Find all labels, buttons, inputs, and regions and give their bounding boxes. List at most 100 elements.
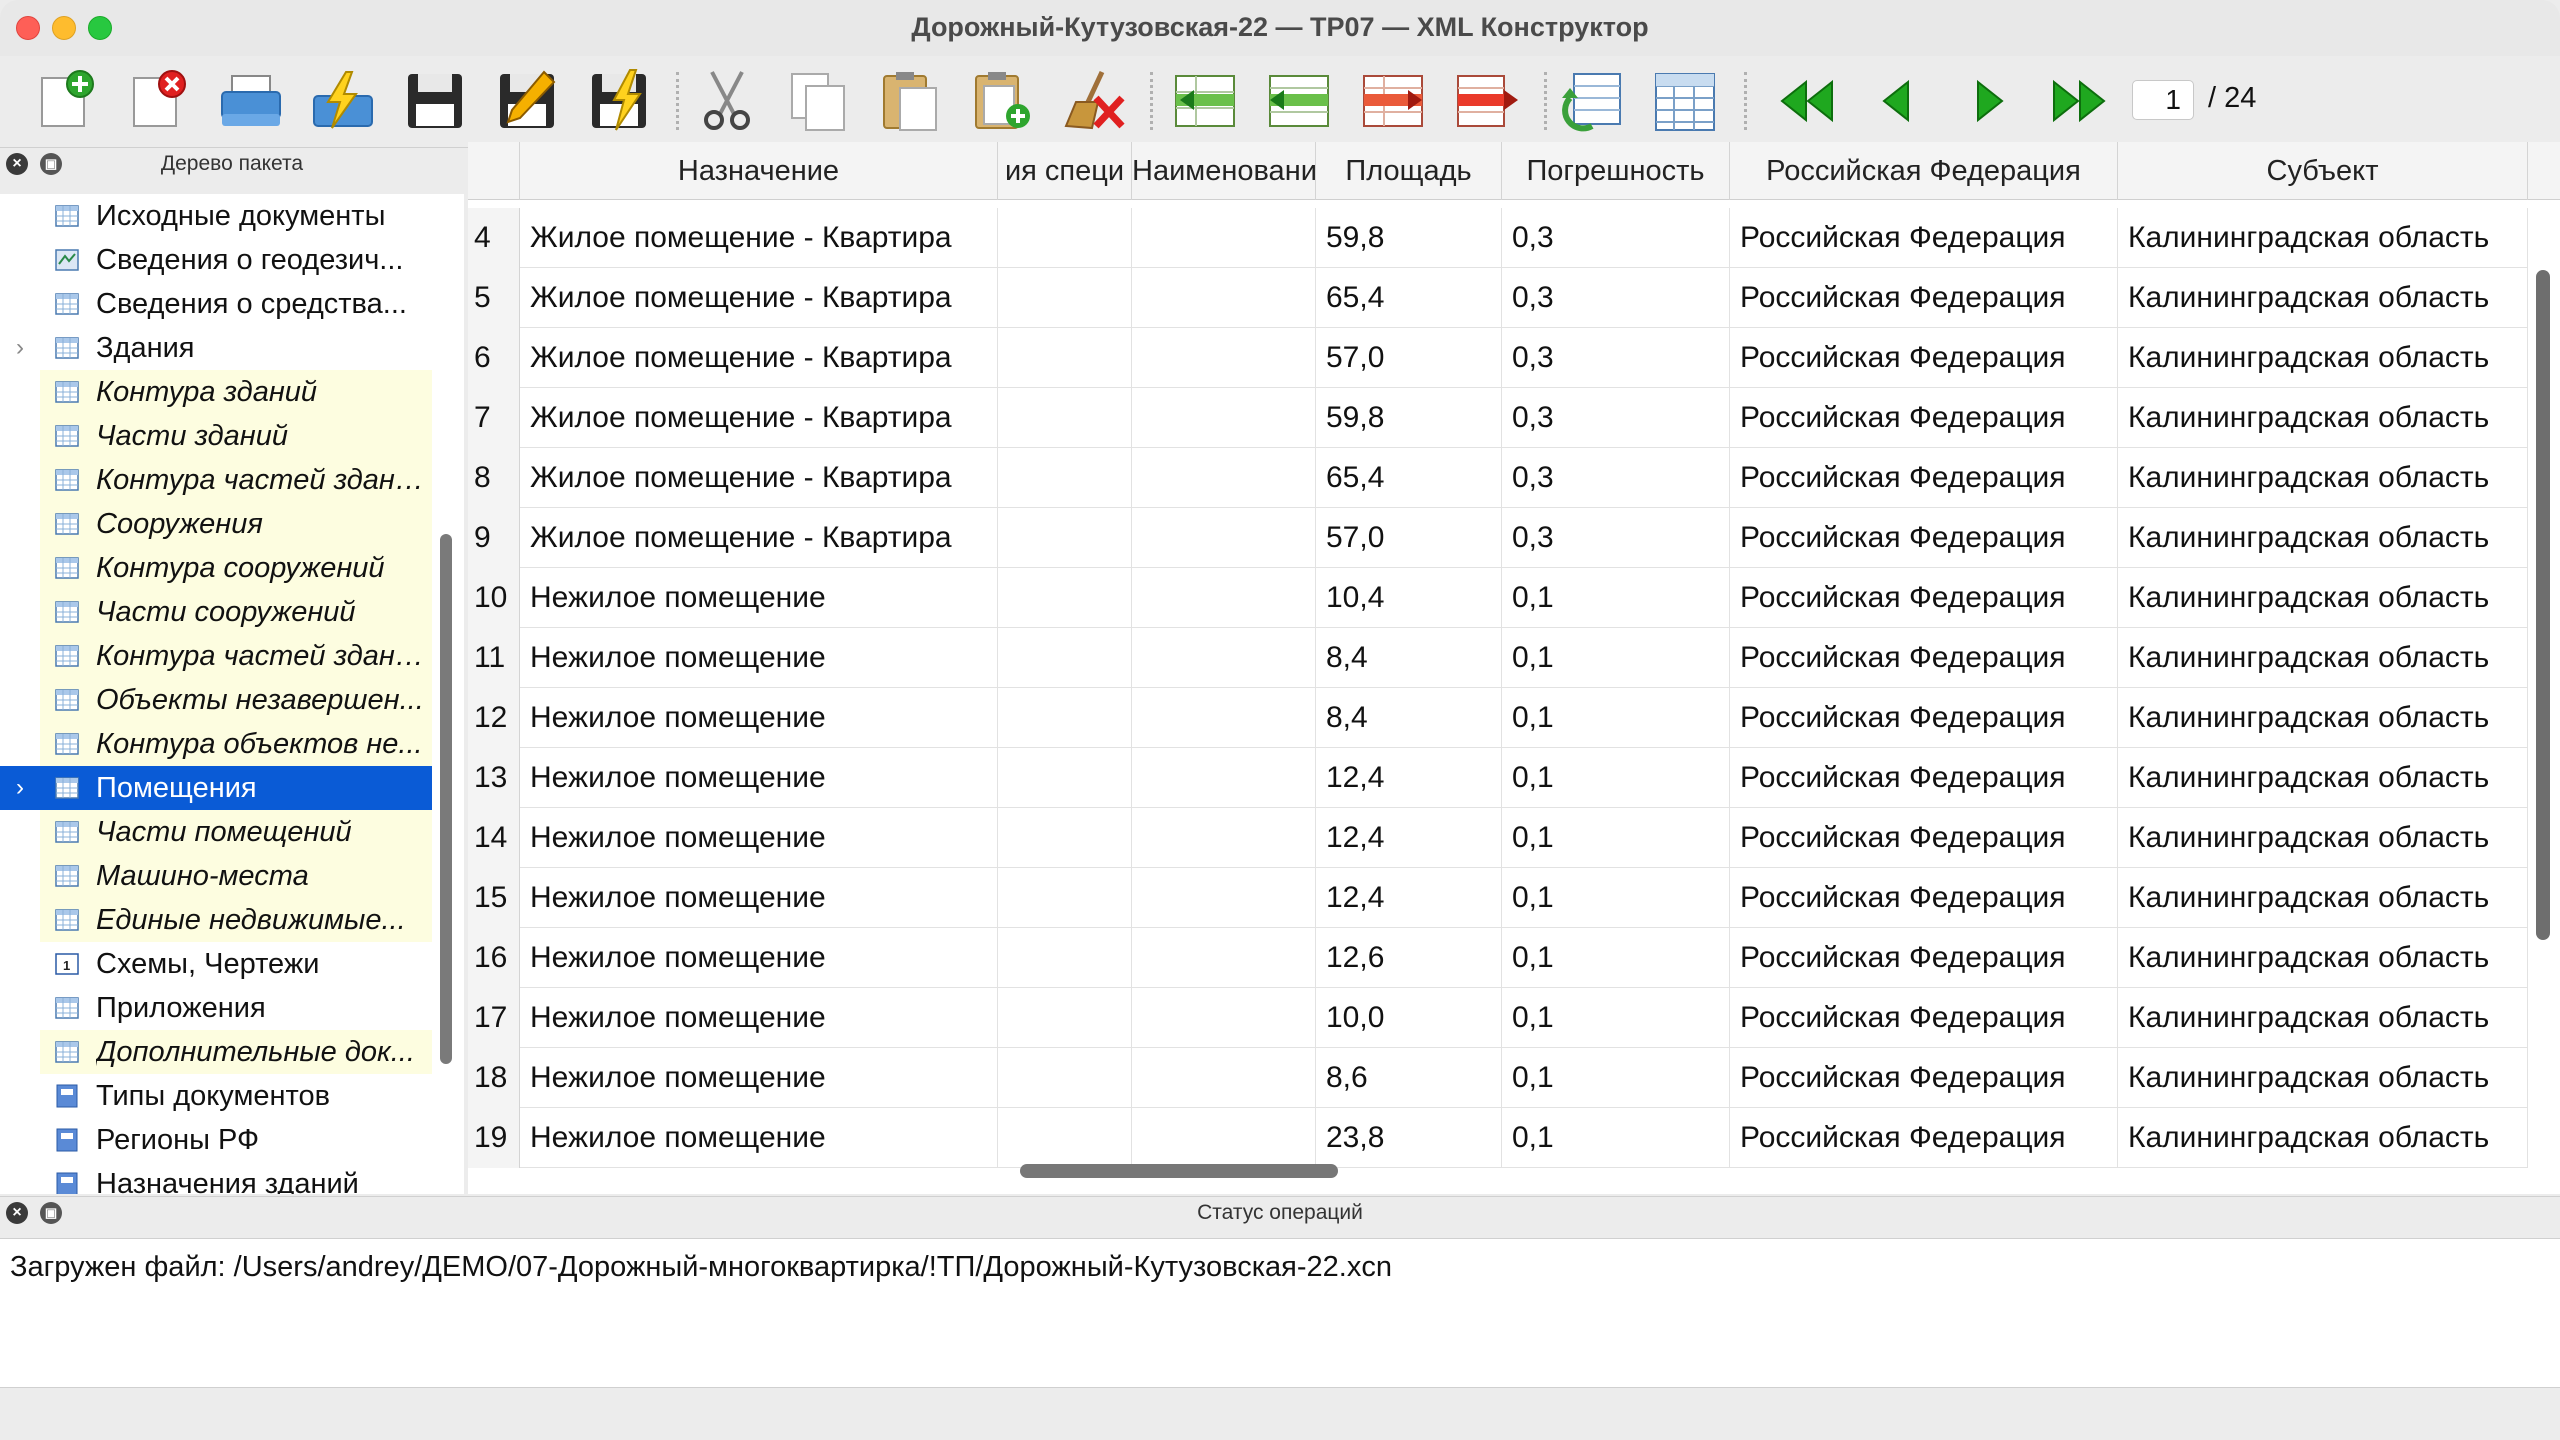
chevron-right-icon[interactable]: › [16, 326, 24, 370]
table-cell[interactable] [998, 748, 1132, 808]
delete-row-button[interactable] [1454, 68, 1520, 134]
print-button[interactable] [218, 68, 284, 134]
table-cell[interactable] [998, 568, 1132, 628]
table-cell[interactable]: Калининградская область [2118, 928, 2528, 988]
table-cell[interactable]: 23,8 [1316, 1108, 1502, 1168]
save-signed-button[interactable] [586, 68, 652, 134]
save-button[interactable] [402, 68, 468, 134]
table-cell[interactable]: 65,4 [1316, 268, 1502, 328]
table-cell[interactable]: Калининградская область [2118, 808, 2528, 868]
tree-item[interactable]: Части сооружений [0, 590, 432, 634]
tree-item[interactable]: Контура зданий [0, 370, 432, 414]
table-cell[interactable]: 0,1 [1502, 808, 1730, 868]
table-cell[interactable] [998, 208, 1132, 268]
tree-item[interactable]: Контура частей зданий [0, 634, 432, 678]
table-cell[interactable] [998, 328, 1132, 388]
table-cell[interactable]: Российская Федерация [1730, 388, 2118, 448]
table-cell[interactable]: Российская Федерация [1730, 628, 2118, 688]
float-panel-icon[interactable]: ▣ [40, 153, 62, 175]
table-cell[interactable]: Калининградская область [2118, 328, 2528, 388]
table-cell[interactable]: Калининградская область [2118, 388, 2528, 448]
table-cell[interactable]: 0,1 [1502, 1108, 1730, 1168]
table-cell[interactable] [1132, 988, 1316, 1048]
table-cell[interactable]: Российская Федерация [1730, 808, 2118, 868]
table-cell[interactable]: Нежилое помещение [520, 628, 998, 688]
table-cell[interactable]: Калининградская область [2118, 1108, 2528, 1168]
validate-button[interactable] [310, 68, 376, 134]
tree-scrollbar[interactable] [440, 534, 452, 1064]
table-row[interactable]: 15 Нежилое помещение 12,4 0,1 Российская Фед… [468, 868, 2528, 928]
table-cell[interactable]: Российская Федерация [1730, 748, 2118, 808]
table-cell[interactable] [1132, 388, 1316, 448]
table-cell[interactable]: Калининградская область [2118, 628, 2528, 688]
table-cell[interactable]: Нежилое помещение [520, 928, 998, 988]
table-cell[interactable] [998, 808, 1132, 868]
table-cell[interactable] [998, 688, 1132, 748]
table-cell[interactable]: 59,8 [1316, 208, 1502, 268]
tree-item[interactable]: Части зданий [0, 414, 432, 458]
clear-button[interactable] [1062, 68, 1128, 134]
table-cell[interactable] [1132, 808, 1316, 868]
tree-item[interactable]: › Помещения [0, 766, 432, 810]
table-cell[interactable] [1132, 208, 1316, 268]
table-cell[interactable]: 0,1 [1502, 928, 1730, 988]
cut-button[interactable] [694, 68, 760, 134]
table-cell[interactable]: Российская Федерация [1730, 328, 2118, 388]
table-cell[interactable]: Российская Федерация [1730, 1108, 2118, 1168]
table-row[interactable]: 4 Жилое помещение - Квартира 59,8 0,3 Россий… [468, 208, 2528, 268]
table-cell[interactable]: 0,3 [1502, 508, 1730, 568]
table-cell[interactable]: 0,1 [1502, 688, 1730, 748]
tree-item[interactable]: Объекты незавершен... [0, 678, 432, 722]
column-header[interactable]: Погрешность [1502, 142, 1730, 200]
package-tree[interactable]: Исходные документы Сведения о геодезич...… [0, 194, 464, 1194]
tree-item[interactable]: Типы документов [0, 1074, 432, 1118]
table-cell[interactable]: Нежилое помещение [520, 1108, 998, 1168]
table-cell[interactable] [998, 508, 1132, 568]
table-cell[interactable]: Калининградская область [2118, 868, 2528, 928]
table-cell[interactable]: Жилое помещение - Квартира [520, 208, 998, 268]
table-cell[interactable]: 0,3 [1502, 328, 1730, 388]
close-document-button[interactable] [126, 68, 192, 134]
table-cell[interactable] [1132, 448, 1316, 508]
table-cell[interactable]: 12,4 [1316, 808, 1502, 868]
column-header[interactable]: Площадь [1316, 142, 1502, 200]
table-cell[interactable]: Российская Федерация [1730, 688, 2118, 748]
table-row[interactable]: 8 Жилое помещение - Квартира 65,4 0,3 Россий… [468, 448, 2528, 508]
table-cell[interactable]: Калининградская область [2118, 988, 2528, 1048]
table-cell[interactable]: Нежилое помещение [520, 568, 998, 628]
table-cell[interactable]: Российская Федерация [1730, 508, 2118, 568]
table-cell[interactable]: 0,1 [1502, 868, 1730, 928]
paste-button[interactable] [878, 68, 944, 134]
table-cell[interactable]: 0,1 [1502, 988, 1730, 1048]
table-cell[interactable]: 0,1 [1502, 568, 1730, 628]
last-page-button[interactable] [2048, 68, 2114, 134]
table-row[interactable]: 12 Нежилое помещение 8,4 0,1 Российская Феде… [468, 688, 2528, 748]
column-header[interactable]: Российская Федерация [1730, 142, 2118, 200]
tree-item[interactable]: 1 Схемы, Чертежи [0, 942, 432, 986]
table-cell[interactable]: Российская Федерация [1730, 448, 2118, 508]
table-cell[interactable] [998, 988, 1132, 1048]
tree-item[interactable]: Сведения о средства... [0, 282, 432, 326]
table-cell[interactable] [1132, 688, 1316, 748]
table-cell[interactable]: 0,3 [1502, 268, 1730, 328]
tree-item[interactable]: Сведения о геодезич... [0, 238, 432, 282]
vertical-scrollbar[interactable] [2536, 270, 2550, 940]
table-cell[interactable] [998, 868, 1132, 928]
table-cell[interactable]: 10,4 [1316, 568, 1502, 628]
first-page-button[interactable] [1772, 68, 1838, 134]
table-row[interactable]: 17 Нежилое помещение 10,0 0,1 Российская Фед… [468, 988, 2528, 1048]
next-page-button[interactable] [1956, 68, 2022, 134]
table-cell[interactable]: 8,4 [1316, 628, 1502, 688]
table-cell[interactable]: Нежилое помещение [520, 1048, 998, 1108]
table-cell[interactable]: Калининградская область [2118, 748, 2528, 808]
table-cell[interactable] [998, 448, 1132, 508]
table-view-button[interactable] [1652, 68, 1718, 134]
table-cell[interactable] [1132, 328, 1316, 388]
page-number-input[interactable]: 1 [2132, 80, 2194, 120]
prev-page-button[interactable] [1864, 68, 1930, 134]
table-row[interactable]: 5 Жилое помещение - Квартира 65,4 0,3 Россий… [468, 268, 2528, 328]
table-row[interactable]: 6 Жилое помещение - Квартира 57,0 0,3 Россий… [468, 328, 2528, 388]
table-cell[interactable]: Российская Федерация [1730, 208, 2118, 268]
table-cell[interactable]: Калининградская область [2118, 268, 2528, 328]
table-cell[interactable]: 0,3 [1502, 208, 1730, 268]
